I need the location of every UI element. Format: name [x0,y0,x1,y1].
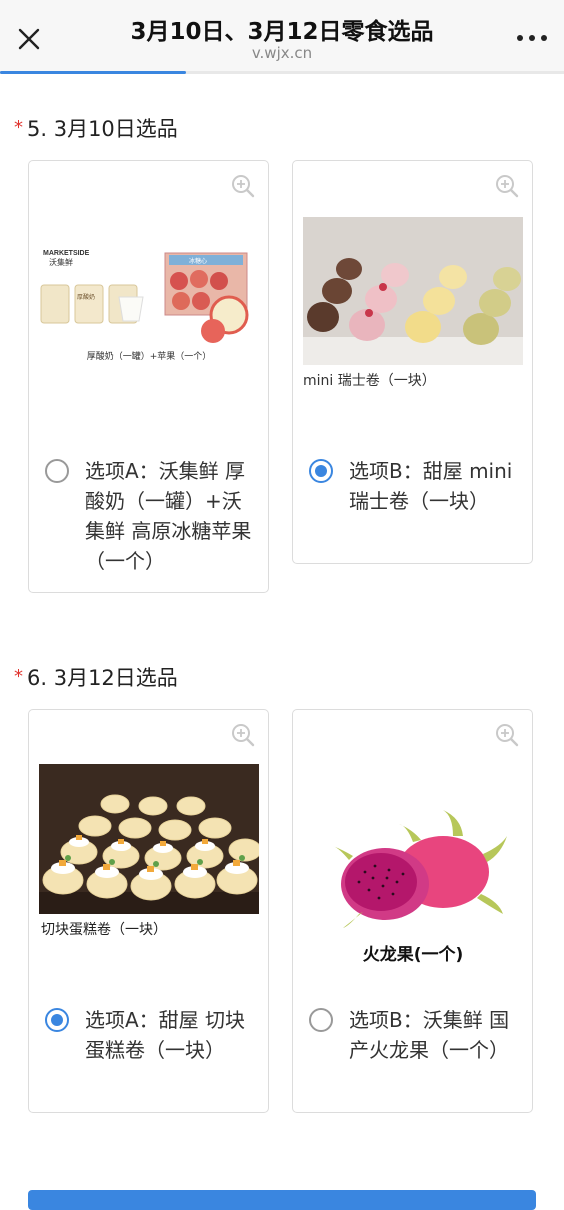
brand-text: MARKETSIDE [43,250,90,257]
required-mark: * [14,117,23,138]
yogurt-apple-image: MARKETSIDE 沃集鲜 厚酸奶 冰糖心 厚酸奶（一罐）+苹果（一个） [39,241,259,391]
option-card-a[interactable]: 切块蛋糕卷（一块） 选项A：甜屋 切块蛋糕卷（一块） [28,709,269,1113]
page-title: 3月10日、3月12日零食选品 [130,19,434,45]
option-card-b[interactable]: mini 瑞士卷（一块） 选项B：甜屋 mini瑞士卷（一块） [292,160,533,564]
option-label: 选项A：沃集鲜 厚酸奶（一罐）+沃集鲜 高原冰糖苹果（一个） [85,459,252,573]
option-card-b[interactable]: 火龙果(一个) 选项B：沃集鲜 国产火龙果（一个） [292,709,533,1113]
swiss-roll-picture: mini 瑞士卷（一块） [303,217,523,389]
cake-roll-image: 切块蛋糕卷（一块） [39,764,259,944]
option-label: 选项B：沃集鲜 国产火龙果（一个） [349,1008,510,1062]
more-button[interactable] [514,28,550,48]
radio-button[interactable] [309,1008,333,1032]
swiss-roll-image: mini 瑞士卷（一块） [303,217,523,397]
cup-label: 厚酸奶 [77,293,95,301]
image-caption: mini 瑞士卷（一块） [303,373,436,389]
option-card-a[interactable]: MARKETSIDE 沃集鲜 厚酸奶 冰糖心 厚酸奶（一罐）+苹果（一个） 选项… [28,160,269,593]
radio-button[interactable] [45,1008,69,1032]
progress-bar [0,71,564,74]
zoom-icon[interactable] [230,722,256,748]
brand-cn-text: 沃集鲜 [49,257,73,267]
option-label: 选项B：甜屋 mini瑞士卷（一块） [349,459,513,513]
page-domain: v.wjx.cn [251,44,313,62]
progress-fill [0,71,187,74]
more-icon [517,35,547,41]
zoom-icon[interactable] [230,173,256,199]
close-button[interactable] [14,24,44,54]
option-label: 选项A：甜屋 切块蛋糕卷（一块） [85,1008,246,1062]
dragon-fruit-picture: 火龙果(一个) [303,790,523,970]
close-icon [18,28,40,50]
zoom-icon[interactable] [494,722,520,748]
zoom-icon[interactable] [494,173,520,199]
question-title: * 5. 3月10日选品 [14,113,178,143]
top-bar: 3月10日、3月12日零食选品 v.wjx.cn [0,0,564,74]
question-title: * 6. 3月12日选品 [14,662,178,692]
image-caption: 切块蛋糕卷（一块） [41,922,167,938]
required-mark: * [14,666,23,687]
radio-button[interactable] [45,459,69,483]
radio-button[interactable] [309,459,333,483]
yogurt-apple-picture: MARKETSIDE 沃集鲜 厚酸奶 冰糖心 厚酸奶（一罐）+苹果（一个） [39,241,259,391]
dragon-fruit-image: 火龙果(一个) [303,790,523,970]
question-number-title: 5. 3月10日选品 [27,117,178,141]
box-label: 冰糖心 [189,257,207,265]
image-caption: 厚酸奶（一罐）+苹果（一个） [87,350,212,362]
submit-button[interactable] [28,1190,536,1210]
image-caption: 火龙果(一个) [363,944,464,965]
cake-roll-picture: 切块蛋糕卷（一块） [39,764,259,944]
question-number-title: 6. 3月12日选品 [27,666,178,690]
